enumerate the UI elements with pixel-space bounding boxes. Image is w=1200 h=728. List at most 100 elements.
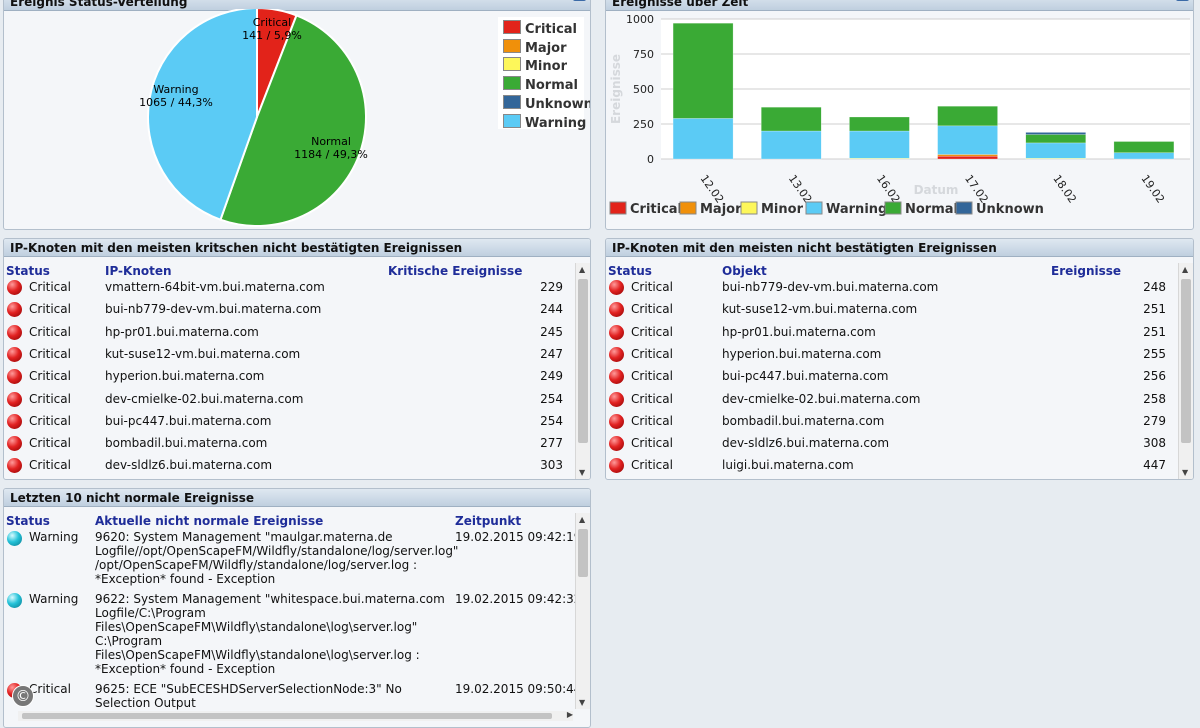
- legend-item[interactable]: Warning: [503, 113, 587, 131]
- table-row[interactable]: Critical dev-cmielke-02.bui.materna.com 25…: [4, 391, 574, 413]
- warning-status-icon: [7, 531, 22, 546]
- legend-label: Major: [525, 40, 567, 56]
- table-row[interactable]: Critical hyperion.bui.materna.com 249: [4, 368, 574, 390]
- table-row[interactable]: Critical bui-nb779-dev-vm.bui.materna.com…: [606, 279, 1176, 301]
- event-column-header[interactable]: Aktuelle nicht normale Ereignisse: [95, 514, 323, 528]
- bar-critical-17.02[interactable]: [937, 155, 998, 160]
- status-column-header[interactable]: Status: [6, 264, 50, 278]
- legend-item[interactable]: Critical: [503, 20, 577, 37]
- legend-item[interactable]: Major: [679, 201, 742, 217]
- table-row[interactable]: Critical vmattern-64bit-vm.bui.materna.co…: [4, 279, 574, 301]
- legend-item[interactable]: Critical: [609, 201, 682, 217]
- bar-warning-13.02[interactable]: [761, 130, 822, 160]
- legend-item[interactable]: Unknown: [955, 201, 1044, 217]
- vertical-scrollbar[interactable]: ▲ ▼: [575, 513, 590, 709]
- pie-legend: Critical Major Minor Normal Unknown Warning: [498, 17, 590, 131]
- bar-normal-17.02[interactable]: [937, 105, 998, 127]
- legend-item[interactable]: Normal: [503, 76, 578, 93]
- last-events-header: Letzten 10 nicht normale Ereignisse: [4, 489, 590, 507]
- unacknowledged-nodes-panel: IP-Knoten mit den meisten nicht bestätig…: [605, 238, 1194, 480]
- node-name: bui-nb779-dev-vm.bui.materna.com: [105, 302, 322, 317]
- table-row[interactable]: Critical kut-suse12-vm.bui.materna.com 251: [606, 301, 1176, 323]
- node-name: luigi.bui.materna.com: [722, 458, 854, 473]
- count-column-header[interactable]: Kritische Ereignisse: [388, 264, 522, 278]
- legend-item[interactable]: Minor: [503, 57, 567, 74]
- scroll-thumb[interactable]: [578, 529, 588, 577]
- slice-label-value: 141 / 5,9%: [242, 29, 302, 42]
- table-row[interactable]: Critical luigi.bui.materna.com 447: [606, 457, 1176, 479]
- slice-label-name: Warning: [153, 83, 198, 96]
- node-name: kut-suse12-vm.bui.materna.com: [722, 302, 918, 317]
- vertical-scrollbar[interactable]: ▲ ▼: [1178, 263, 1193, 479]
- table-row[interactable]: Critical bui-nb779-dev-vm.bui.materna.com…: [4, 301, 574, 323]
- scroll-up-icon[interactable]: ▲: [1182, 265, 1188, 274]
- scroll-right-icon[interactable]: ▶: [567, 710, 573, 719]
- maximize-icon[interactable]: [573, 0, 586, 1]
- legend-item[interactable]: Normal: [884, 201, 958, 217]
- table-row[interactable]: Critical dev-cmielke-02.bui.materna.com 25…: [606, 391, 1176, 413]
- critical-status-icon: [609, 324, 624, 340]
- bar-warning-12.02[interactable]: [672, 118, 734, 160]
- scroll-thumb[interactable]: [578, 279, 588, 443]
- scroll-up-icon[interactable]: ▲: [579, 515, 585, 524]
- table-row[interactable]: Critical kut-suse12-vm.bui.materna.com 247: [4, 346, 574, 368]
- scroll-up-icon[interactable]: ▲: [579, 265, 585, 274]
- scroll-thumb[interactable]: [1181, 279, 1191, 443]
- bar-major-17.02[interactable]: [937, 154, 998, 157]
- event-count: 248: [1143, 280, 1166, 294]
- node-name: bui-pc447.bui.materna.com: [722, 369, 889, 384]
- bar-normal-12.02[interactable]: [672, 22, 734, 119]
- status-text: Critical: [631, 413, 673, 428]
- bar-normal-19.02[interactable]: [1113, 141, 1175, 153]
- vertical-scrollbar[interactable]: ▲ ▼: [575, 263, 590, 479]
- event-message: 9620: System Management "maulgar.materna…: [95, 530, 459, 586]
- scroll-down-icon[interactable]: ▼: [579, 698, 585, 707]
- bar-normal-16.02[interactable]: [849, 116, 910, 132]
- scroll-down-icon[interactable]: ▼: [1182, 468, 1188, 477]
- event-count: 279: [1143, 413, 1166, 428]
- legend-item[interactable]: Major: [503, 38, 567, 56]
- panel-title: IP-Knoten mit den meisten kritschen nich…: [10, 241, 463, 255]
- time-column-header[interactable]: Zeitpunkt: [455, 514, 521, 528]
- legend-swatch: [884, 201, 902, 215]
- count-column-header[interactable]: Ereignisse: [1051, 264, 1121, 278]
- legend-item[interactable]: Minor: [740, 201, 804, 217]
- event-count: 247: [540, 346, 563, 361]
- bar-warning-18.02[interactable]: [1025, 142, 1086, 159]
- bar-unknown-18.02[interactable]: [1025, 132, 1086, 135]
- table-row[interactable]: Critical bombadil.bui.materna.com 279: [606, 413, 1176, 435]
- maximize-icon[interactable]: [1176, 0, 1189, 1]
- object-column-header[interactable]: Objekt: [722, 264, 767, 278]
- event-count: 251: [1143, 324, 1166, 339]
- horizontal-scroll-thumb[interactable]: [22, 713, 552, 719]
- node-column-header[interactable]: IP-Knoten: [105, 264, 172, 278]
- table-row[interactable]: Critical bombadil.bui.materna.com 277: [4, 435, 574, 457]
- event-message: 9625: ECE "SubECESHDServerSelectionNode:…: [95, 682, 402, 710]
- legend-item[interactable]: Unknown: [503, 94, 590, 112]
- legend-swatch: [503, 57, 521, 72]
- panel-title: Ereignis Status-Verteilung: [10, 0, 188, 9]
- bar-warning-16.02[interactable]: [849, 130, 910, 159]
- table-row[interactable]: Critical dev-sldlz6.bui.materna.com 303: [4, 457, 574, 479]
- legend-label: Warning: [525, 115, 587, 131]
- table-row[interactable]: Critical bui-pc447.bui.materna.com 256: [606, 368, 1176, 390]
- bar-normal-13.02[interactable]: [761, 106, 822, 132]
- table-row[interactable]: Critical bui-pc447.bui.materna.com 254: [4, 413, 574, 435]
- status-text: Critical: [631, 458, 673, 473]
- status-text: Critical: [631, 302, 673, 317]
- bar-normal-18.02[interactable]: [1025, 134, 1086, 144]
- legend-item[interactable]: Warning: [805, 201, 887, 217]
- table-row[interactable]: Critical dev-sldlz6.bui.materna.com 308: [606, 435, 1176, 457]
- table-row[interactable]: Critical hp-pr01.bui.materna.com 245: [4, 324, 574, 346]
- status-column-header[interactable]: Status: [6, 514, 50, 528]
- table-row[interactable]: Critical hp-pr01.bui.materna.com 251: [606, 324, 1176, 346]
- table-row[interactable]: Critical hyperion.bui.materna.com 255: [606, 346, 1176, 368]
- bar-warning-17.02[interactable]: [937, 125, 998, 155]
- event-count: 244: [540, 302, 563, 317]
- node-name: dev-sldlz6.bui.materna.com: [105, 458, 273, 473]
- bar-warning-19.02[interactable]: [1113, 152, 1175, 160]
- status-column-header[interactable]: Status: [608, 264, 652, 278]
- legend-swatch: [503, 20, 521, 34]
- critical-status-icon: [7, 280, 22, 295]
- scroll-down-icon[interactable]: ▼: [579, 468, 585, 477]
